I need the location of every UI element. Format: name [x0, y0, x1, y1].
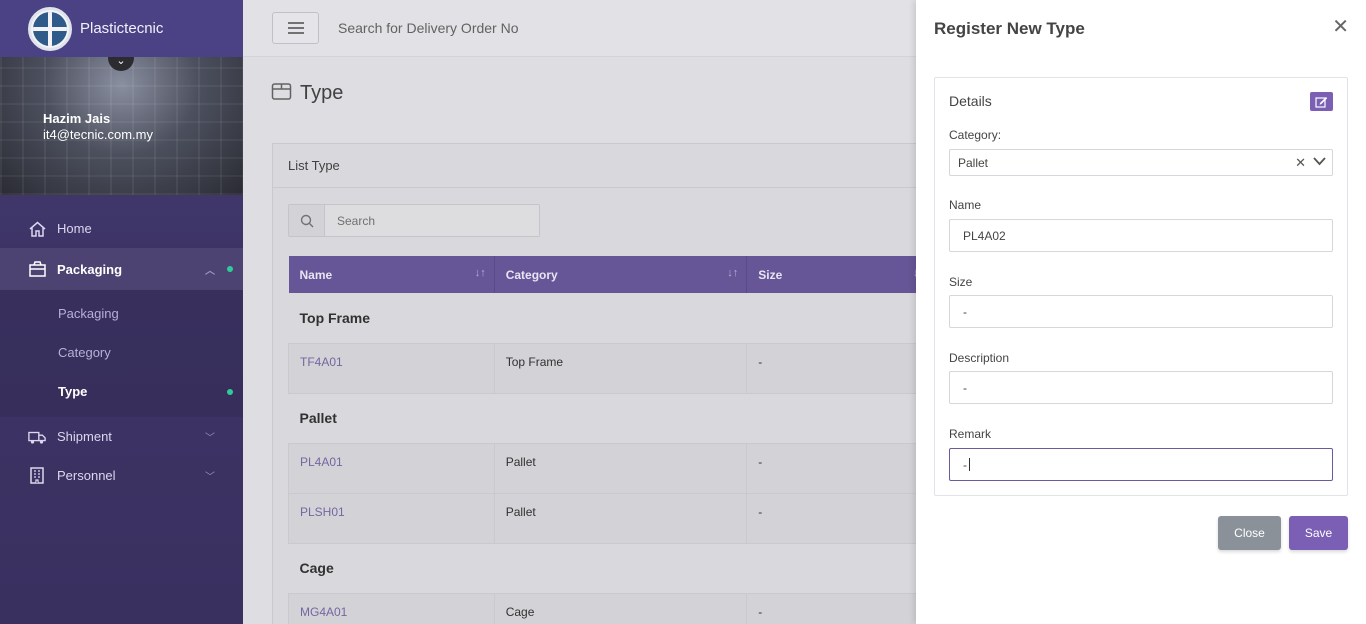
sidebar-item-label: Packaging: [57, 261, 123, 277]
remark-label: Remark: [949, 427, 992, 441]
page-title-text: Type: [300, 82, 344, 104]
sidebar-item-packaging[interactable]: Packaging ︿: [0, 248, 243, 290]
sidebar-item-home[interactable]: Home: [0, 209, 243, 248]
active-dot: [227, 388, 233, 395]
sidebar-item-shipment[interactable]: Shipment ﹀: [0, 417, 243, 456]
delivery-order-search-input[interactable]: Search for Delivery Order No: [338, 20, 519, 36]
remark-field[interactable]: -: [949, 448, 1333, 481]
name-label: Name: [949, 198, 982, 212]
type-size-cell: -: [746, 442, 933, 494]
box-icon: [271, 80, 292, 107]
menu-toggle-button[interactable]: [272, 12, 319, 44]
table-row[interactable]: PL4A01 Pallet -: [288, 442, 933, 494]
card-title: List Type: [273, 144, 931, 188]
type-size-cell: -: [746, 342, 933, 394]
sidebar-item-label: Personnel: [57, 468, 116, 483]
details-heading: Details: [949, 93, 992, 109]
type-size-cell: -: [746, 492, 933, 544]
name-field[interactable]: PL4A02: [949, 219, 1333, 252]
table-row[interactable]: TF4A01 Top Frame -: [288, 342, 933, 394]
chevron-down-icon[interactable]: ⌄: [108, 57, 134, 71]
list-card: List Type Name ↓↑ Category ↓↑ Size ↓↑: [272, 143, 933, 624]
group-label: Top Frame: [288, 293, 933, 343]
brand-name: Plastictecnic: [80, 20, 164, 37]
sidebar-item-label: Type: [58, 384, 88, 399]
chevron-down-icon: ﹀: [205, 472, 215, 483]
chevron-down-icon: ﹀: [205, 433, 215, 444]
truck-icon: [28, 428, 46, 446]
size-label: Size: [949, 275, 973, 289]
type-name-link[interactable]: PL4A01: [288, 442, 495, 494]
type-name-link[interactable]: PLSH01: [288, 492, 495, 544]
group-row: Cage: [288, 543, 933, 593]
chevron-up-icon: ︿: [205, 265, 215, 277]
category-label: Category:: [949, 128, 1002, 142]
home-icon: [28, 220, 46, 238]
column-header-category[interactable]: Category ↓↑: [494, 256, 748, 293]
category-select[interactable]: Pallet ✕: [949, 149, 1333, 176]
list-search-input[interactable]: [325, 205, 539, 236]
sidebar-item-label: Home: [57, 221, 92, 236]
sidebar-item-personnel[interactable]: Personnel ﹀: [0, 456, 243, 495]
save-button[interactable]: Save: [1289, 516, 1348, 550]
brand[interactable]: Plastictecnic: [0, 0, 243, 57]
sidebar-item-label: Shipment: [57, 429, 112, 444]
description-field[interactable]: -: [949, 371, 1333, 404]
profile-email: it4@tecnic.com.my: [43, 127, 153, 142]
chevron-down-icon[interactable]: [1313, 154, 1326, 171]
packaging-submenu: Packaging Category Type: [0, 290, 243, 417]
type-name-link[interactable]: TF4A01: [288, 342, 495, 394]
profile-name: Hazim Jais: [43, 111, 111, 126]
sidebar-nav: Home Packaging ︿ Packaging Category Type…: [0, 209, 243, 495]
type-category-cell: Pallet: [493, 492, 748, 544]
group-row: Pallet: [288, 393, 933, 443]
box-icon: [28, 260, 46, 278]
close-icon[interactable]: ✕: [1332, 14, 1349, 39]
group-label: Cage: [288, 543, 933, 593]
text-cursor: [969, 458, 970, 471]
active-dot: [227, 266, 233, 272]
type-category-cell: Pallet: [493, 442, 748, 494]
clear-icon[interactable]: ✕: [1295, 155, 1306, 171]
list-search: [288, 204, 540, 237]
profile-panel: ⌄ Hazim Jais it4@tecnic.com.my: [0, 57, 243, 195]
sidebar-subitem-packaging[interactable]: Packaging: [0, 294, 243, 333]
sidebar-subitem-type[interactable]: Type: [0, 372, 243, 411]
search-icon: [289, 205, 325, 236]
description-label: Description: [949, 351, 1010, 365]
sort-icon[interactable]: ↓↑: [727, 267, 738, 279]
drawer-title: Register New Type: [934, 19, 1085, 38]
type-category-cell: Cage: [493, 592, 748, 624]
group-row: Top Frame: [288, 293, 933, 343]
building-icon: [28, 467, 46, 485]
sidebar-subitem-category[interactable]: Category: [0, 333, 243, 372]
register-type-drawer: Register New Type ✕ Details Category: Pa…: [916, 0, 1366, 624]
sort-icon[interactable]: ↓↑: [475, 267, 486, 279]
close-button[interactable]: Close: [1218, 516, 1281, 550]
group-label: Pallet: [288, 393, 933, 443]
category-value: Pallet: [958, 155, 989, 170]
type-size-cell: -: [746, 592, 933, 624]
column-header-name[interactable]: Name ↓↑: [288, 256, 495, 293]
sidebar: Plastictecnic ⌄ Hazim Jais it4@tecnic.co…: [0, 0, 243, 624]
table-row[interactable]: MG4A01 Cage -: [288, 592, 933, 624]
type-category-cell: Top Frame: [493, 342, 748, 394]
brand-logo: [28, 6, 72, 51]
edit-icon[interactable]: [1310, 92, 1333, 111]
type-name-link[interactable]: MG4A01: [288, 592, 495, 624]
details-panel: Details Category: Pallet ✕ Name PL4A02 S…: [934, 77, 1348, 496]
column-header-size[interactable]: Size ↓↑: [746, 256, 933, 293]
size-field[interactable]: -: [949, 295, 1333, 328]
type-table: Name ↓↑ Category ↓↑ Size ↓↑ Top Frame TF…: [288, 256, 933, 624]
table-row[interactable]: PLSH01 Pallet -: [288, 492, 933, 544]
page-title: Type: [271, 80, 343, 107]
